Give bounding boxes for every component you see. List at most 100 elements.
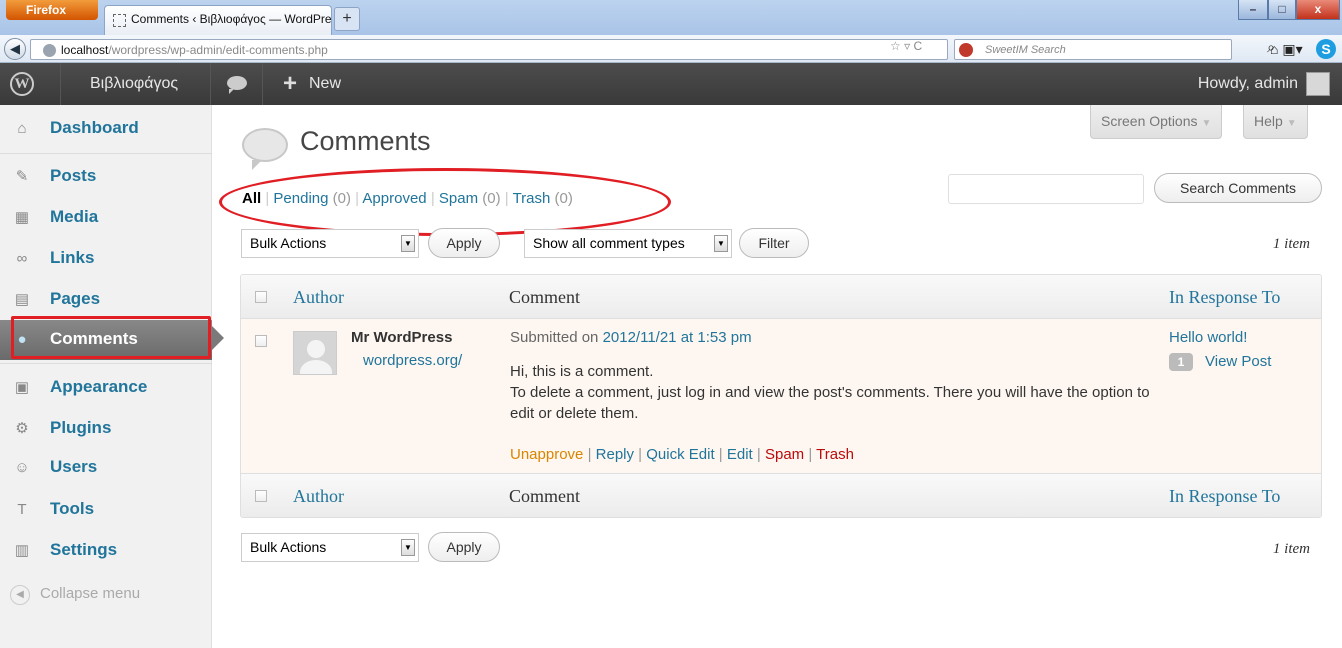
browser-search-input[interactable]: SweetIM Search ⌕ bbox=[954, 39, 1275, 60]
sidebar-item-posts[interactable]: ✎ Posts bbox=[0, 157, 212, 197]
url-host: localhost bbox=[61, 43, 109, 57]
window-maximize-button[interactable]: □ bbox=[1268, 0, 1296, 20]
comment-type-select[interactable]: Show all comment types ▼ bbox=[524, 229, 732, 258]
unapprove-link[interactable]: Unapprove bbox=[510, 446, 583, 463]
column-in-response-to[interactable]: In Response To bbox=[1169, 287, 1280, 308]
tools-icon: T bbox=[17, 501, 27, 518]
bulk-actions-select-bottom[interactable]: Bulk Actions ▼ bbox=[241, 533, 419, 562]
separator: | bbox=[587, 446, 592, 463]
column-in-response-to[interactable]: In Response To bbox=[1169, 486, 1280, 507]
divider bbox=[60, 63, 61, 105]
new-content-link[interactable]: New bbox=[309, 75, 341, 93]
reply-link[interactable]: Reply bbox=[596, 446, 634, 463]
collapse-menu-button[interactable]: ◀ Collapse menu bbox=[10, 585, 140, 605]
help-label: Help bbox=[1254, 113, 1283, 129]
separator: | bbox=[808, 446, 813, 463]
window-minimize-button[interactable]: – bbox=[1238, 0, 1268, 20]
spam-link[interactable]: Spam bbox=[765, 446, 804, 463]
menu-separator bbox=[0, 363, 212, 364]
bulk-actions-value: Bulk Actions bbox=[250, 539, 327, 555]
search-comments-input[interactable] bbox=[948, 174, 1144, 204]
link-icon: ∞ bbox=[16, 250, 28, 267]
address-bar[interactable]: localhost/wordpress/wp-admin/edit-commen… bbox=[30, 39, 948, 60]
triangle-down-icon: ▼ bbox=[1286, 118, 1297, 129]
window-close-button[interactable]: x bbox=[1296, 0, 1340, 20]
response-post-link[interactable]: Hello world! bbox=[1169, 329, 1247, 346]
separator: | bbox=[718, 446, 723, 463]
sidebar-item-appearance[interactable]: ▣ Appearance bbox=[0, 368, 212, 408]
filter-button[interactable]: Filter bbox=[739, 228, 809, 258]
comment-icon: ● bbox=[17, 331, 27, 348]
sidebar-item-plugins[interactable]: ⚙ Plugins bbox=[0, 409, 212, 449]
sidebar-item-media[interactable]: ▦ Media bbox=[0, 198, 212, 238]
comment-author-url[interactable]: wordpress.org/ bbox=[363, 352, 462, 369]
column-author[interactable]: Author bbox=[293, 486, 344, 507]
sidebar-item-links[interactable]: ∞ Links bbox=[0, 239, 212, 279]
submitted-on: Submitted on 2012/11/21 at 1:53 pm bbox=[510, 329, 752, 346]
sidebar-item-comments[interactable]: ● Comments bbox=[0, 320, 212, 360]
sidebar-item-dashboard[interactable]: ⌂ Dashboard bbox=[0, 109, 212, 149]
bulk-actions-select[interactable]: Bulk Actions ▼ bbox=[241, 229, 419, 258]
site-name-link[interactable]: Βιβλιοφάγος bbox=[90, 75, 178, 93]
filter-spam[interactable]: Spam bbox=[439, 190, 478, 207]
firefox-menu-button[interactable]: Firefox bbox=[6, 0, 98, 20]
wordpress-logo-icon[interactable]: W bbox=[10, 72, 34, 96]
home-icon[interactable]: ⌂ ▣▾ bbox=[1270, 41, 1303, 58]
column-comment: Comment bbox=[509, 486, 580, 506]
view-post-link[interactable]: View Post bbox=[1205, 353, 1271, 370]
bookmark-star-icon[interactable]: ☆ ▿ C bbox=[890, 39, 922, 53]
comment-count-bubble[interactable]: 1 bbox=[1169, 353, 1193, 371]
select-all-checkbox[interactable] bbox=[255, 490, 267, 502]
plus-icon[interactable]: + bbox=[283, 70, 297, 98]
howdy-user-link[interactable]: Howdy, admin bbox=[1198, 75, 1298, 93]
triangle-down-icon: ▼ bbox=[1201, 118, 1212, 129]
sidebar-item-label: Comments bbox=[50, 329, 138, 348]
filter-all[interactable]: All bbox=[242, 190, 261, 207]
browser-tab[interactable]: Comments ‹ Βιβλιοφάγος — WordPress bbox=[104, 5, 332, 35]
row-actions: Unapprove | Reply | Quick Edit | Edit | … bbox=[510, 446, 854, 463]
back-arrow-icon[interactable]: ◀ bbox=[4, 38, 26, 60]
sidebar-item-settings[interactable]: ▥ Settings bbox=[0, 531, 212, 571]
comment-author-name: Mr WordPress bbox=[351, 329, 453, 346]
url-path: /wordpress/wp-admin/edit-comments.php bbox=[108, 43, 328, 57]
trash-link[interactable]: Trash bbox=[816, 446, 854, 463]
quick-edit-link[interactable]: Quick Edit bbox=[646, 446, 714, 463]
search-comments-button[interactable]: Search Comments bbox=[1154, 173, 1322, 203]
screen-options-button[interactable]: Screen Options ▼ bbox=[1090, 105, 1223, 139]
search-engine-icon[interactable] bbox=[959, 43, 973, 57]
apply-button[interactable]: Apply bbox=[428, 228, 500, 258]
filter-approved[interactable]: Approved bbox=[362, 190, 426, 207]
sidebar-item-pages[interactable]: ▤ Pages bbox=[0, 280, 212, 320]
avatar bbox=[293, 331, 337, 375]
skype-icon[interactable]: S bbox=[1316, 39, 1336, 59]
comment-status-filters: All | Pending (0) | Approved | Spam (0) … bbox=[242, 190, 573, 207]
sidebar-item-users[interactable]: ☺ Users bbox=[0, 448, 212, 488]
separator: | bbox=[756, 446, 761, 463]
separator: | bbox=[265, 190, 270, 207]
filter-pending[interactable]: Pending bbox=[273, 190, 328, 207]
comments-table: Author Comment In Response To Mr WordPre… bbox=[240, 274, 1322, 518]
globe-icon bbox=[43, 44, 56, 57]
select-all-checkbox[interactable] bbox=[255, 291, 267, 303]
sidebar-item-label: Settings bbox=[50, 540, 118, 559]
users-icon: ☺ bbox=[14, 459, 30, 476]
sidebar-item-label: Dashboard bbox=[50, 118, 139, 137]
pending-count: (0) bbox=[332, 190, 351, 207]
item-count: 1 item bbox=[1272, 541, 1310, 557]
sidebar-item-tools[interactable]: T Tools bbox=[0, 490, 212, 530]
admin-sidebar-menu: ⌂ Dashboard ✎ Posts ▦ Media ∞ Links ▤ Pa… bbox=[0, 105, 212, 648]
spam-count: (0) bbox=[482, 190, 501, 207]
edit-link[interactable]: Edit bbox=[727, 446, 753, 463]
avatar[interactable] bbox=[1306, 72, 1330, 96]
browser-tab-title: Comments ‹ Βιβλιοφάγος — WordPress bbox=[131, 12, 332, 26]
apply-button-bottom[interactable]: Apply bbox=[428, 532, 500, 562]
new-tab-button[interactable]: + bbox=[334, 7, 360, 31]
row-checkbox[interactable] bbox=[255, 335, 267, 347]
submitted-date-link[interactable]: 2012/11/21 at 1:53 pm bbox=[603, 329, 752, 346]
column-author[interactable]: Author bbox=[293, 287, 344, 308]
table-header: Author Comment In Response To bbox=[241, 275, 1321, 319]
comments-bubble-icon[interactable] bbox=[227, 76, 247, 94]
column-comment: Comment bbox=[509, 287, 580, 307]
help-button[interactable]: Help ▼ bbox=[1243, 105, 1308, 139]
filter-trash[interactable]: Trash bbox=[513, 190, 551, 207]
